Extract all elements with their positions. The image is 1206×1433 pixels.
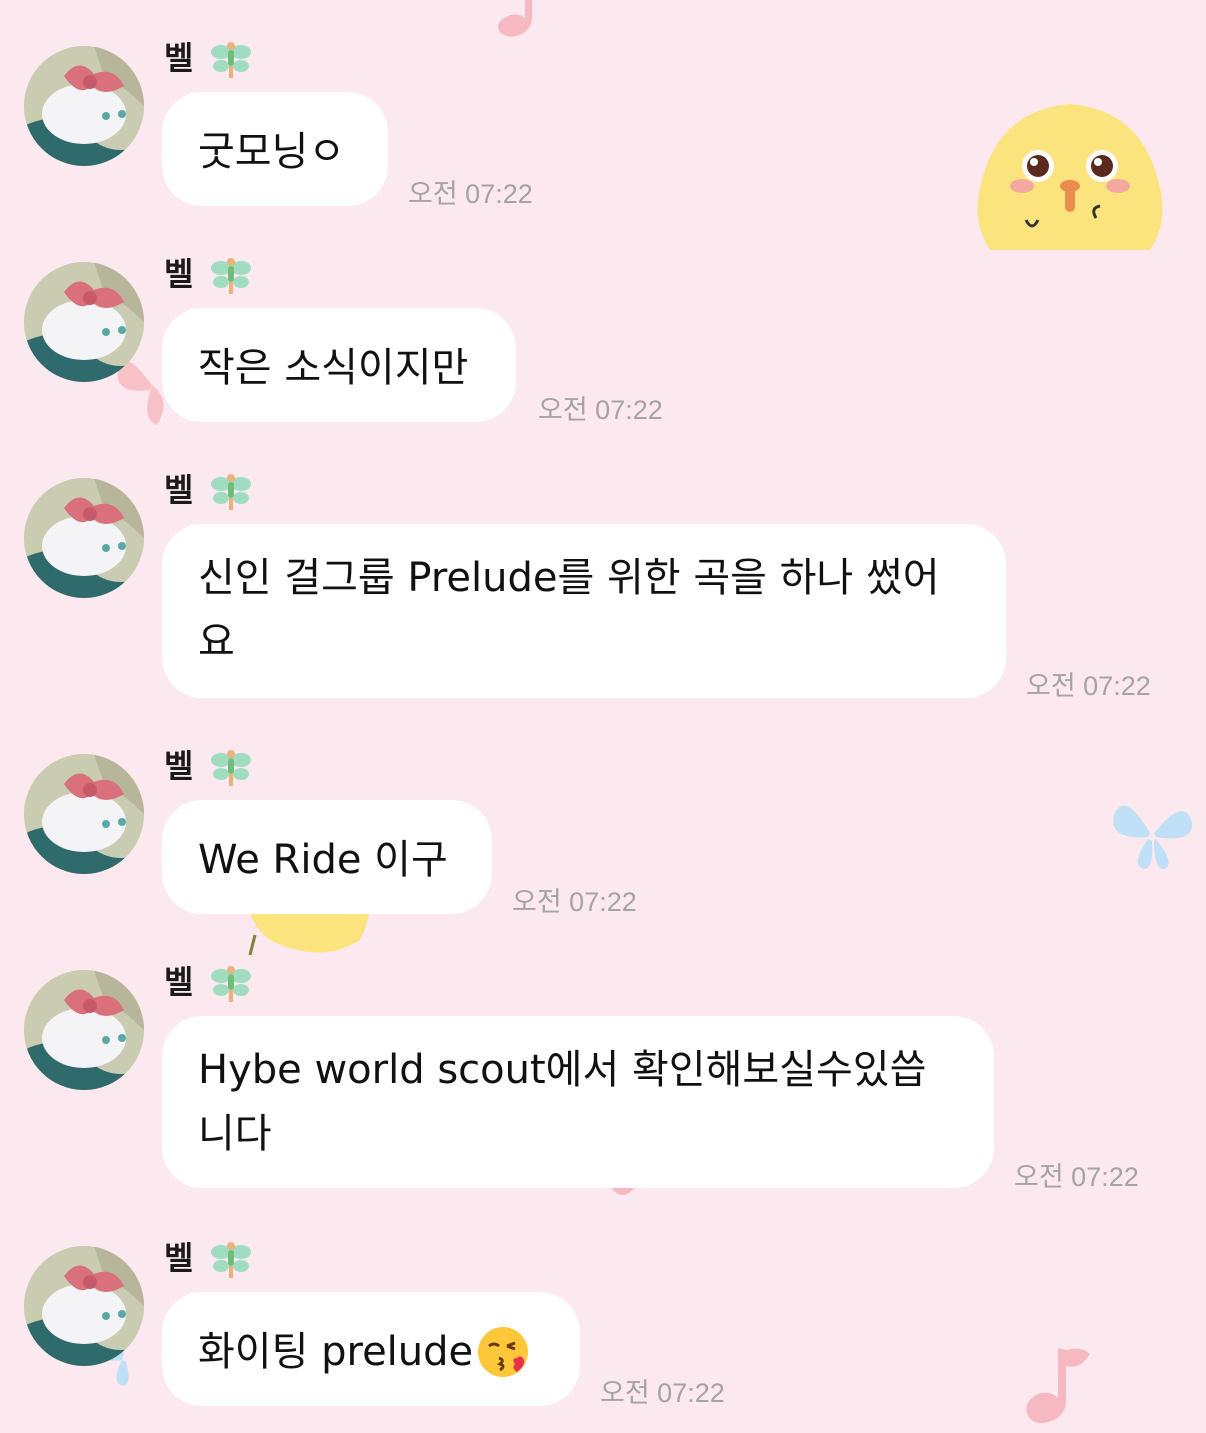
sender-name-text: 벨 <box>164 747 194 785</box>
message-timestamp: 오전 07:22 <box>538 395 663 425</box>
message-timestamp: 오전 07:22 <box>408 179 533 209</box>
sender-name: 벨 <box>164 468 253 512</box>
cat-avatar-icon <box>24 478 144 598</box>
message-text: 굿모닝ㅇ <box>198 129 346 175</box>
fairy-emoji-icon <box>210 750 251 786</box>
message-timestamp: 오전 07:22 <box>1026 671 1151 701</box>
sender-name: 벨 <box>164 252 253 296</box>
sender-name: 벨 <box>164 744 253 788</box>
fairy-emoji-icon <box>210 42 251 78</box>
sender-name: 벨 <box>164 960 253 1004</box>
avatar[interactable] <box>24 970 144 1090</box>
fairy-emoji-icon <box>210 474 251 510</box>
message-bubble[interactable]: 작은 소식이지만 <box>162 308 516 422</box>
music-note-icon <box>498 0 532 37</box>
message-text-line: Hybe world scout에서 확인해보실수있씁 <box>198 1047 927 1093</box>
message-timestamp: 오전 07:22 <box>512 887 637 917</box>
message-text: We Ride 이구 <box>198 837 448 883</box>
sender-name-text: 벨 <box>164 255 194 293</box>
fairy-emoji-icon <box>210 258 251 294</box>
blue-butterfly-icon <box>1113 805 1193 869</box>
sender-name-text: 벨 <box>164 39 194 77</box>
sender-name-text: 벨 <box>164 471 194 509</box>
avatar[interactable] <box>24 1246 144 1366</box>
message-text-line: 요 <box>198 619 235 665</box>
cat-avatar-icon <box>24 262 144 382</box>
message-timestamp: 오전 07:22 <box>1014 1162 1139 1192</box>
cat-avatar-icon <box>24 46 144 166</box>
sender-name-text: 벨 <box>164 1239 194 1277</box>
message-text: 화이팅 prelude <box>198 1329 474 1375</box>
message-text: 작은 소식이지만 <box>198 345 469 391</box>
message-bubble[interactable]: 굿모닝ㅇ <box>162 92 388 206</box>
message-bubble[interactable]: 신인 걸그룹 Prelude를 위한 곡을 하나 썼어 요 <box>162 524 1006 698</box>
cat-avatar-icon <box>24 970 144 1090</box>
message-bubble[interactable]: We Ride 이구 <box>162 800 492 914</box>
sender-name-text: 벨 <box>164 963 194 1001</box>
fairy-emoji-icon <box>210 966 251 1002</box>
yellow-chick-sticker-icon <box>977 104 1163 250</box>
message-text-line: 니다 <box>198 1111 272 1157</box>
message-text-line: 신인 걸그룹 Prelude를 위한 곡을 하나 썼어 <box>198 555 940 601</box>
avatar[interactable] <box>24 46 144 166</box>
cat-avatar-icon <box>24 1246 144 1366</box>
avatar[interactable] <box>24 754 144 874</box>
message-bubble[interactable]: Hybe world scout에서 확인해보실수있씁 니다 <box>162 1016 994 1188</box>
sender-name: 벨 <box>164 1236 253 1280</box>
kissing-face-with-heart-icon <box>478 1327 529 1377</box>
message-bubble[interactable]: 화이팅 prelude <box>162 1292 580 1406</box>
avatar[interactable] <box>24 478 144 598</box>
cat-avatar-icon <box>24 754 144 874</box>
music-note-icon <box>1026 1348 1090 1424</box>
sender-name: 벨 <box>164 36 253 80</box>
avatar[interactable] <box>24 262 144 382</box>
fairy-emoji-icon <box>210 1242 251 1278</box>
message-timestamp: 오전 07:22 <box>600 1378 725 1408</box>
